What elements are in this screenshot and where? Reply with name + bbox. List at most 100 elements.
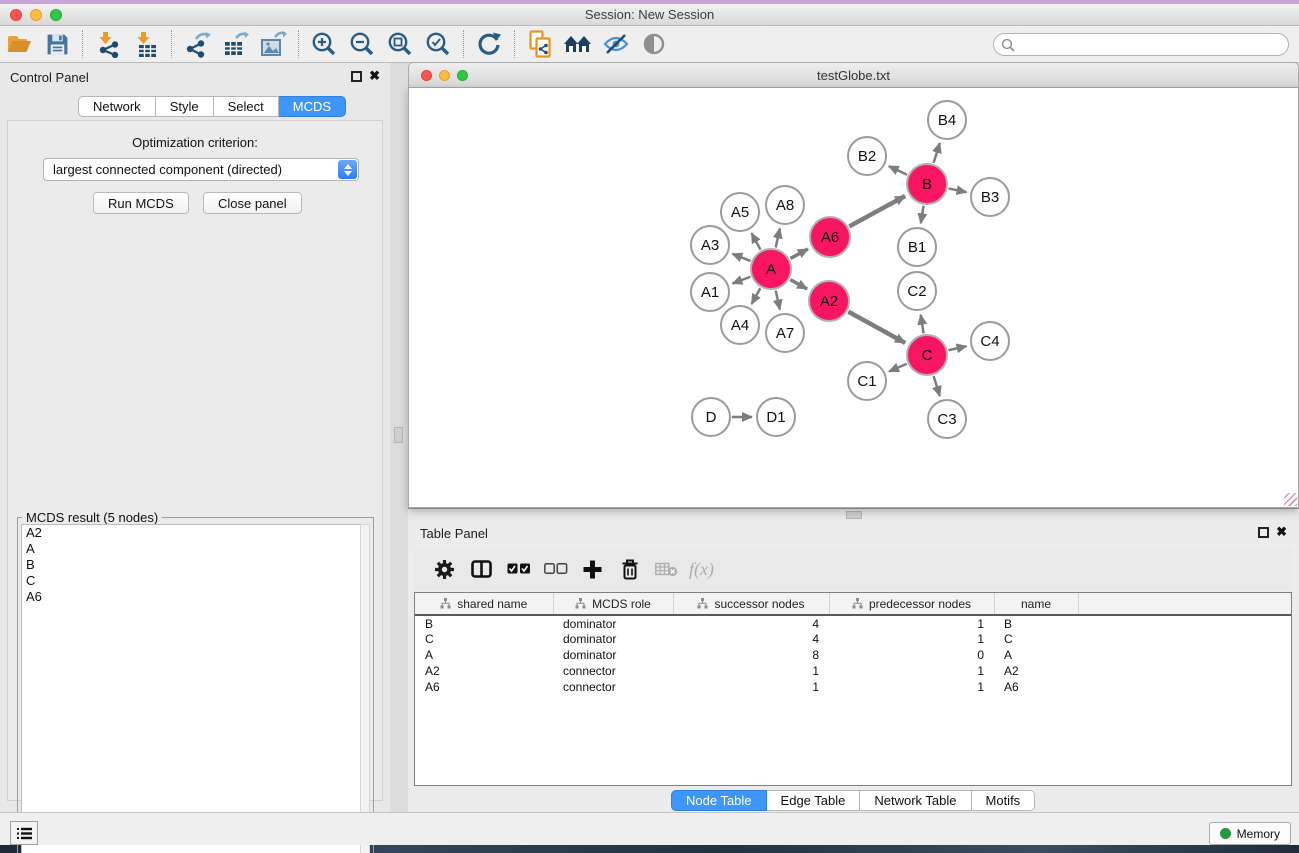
mcds-list-scrollbar[interactable] [360, 524, 370, 853]
panel-list-button[interactable] [10, 821, 38, 845]
table-row[interactable]: Cdominator41C [415, 631, 1291, 647]
table-cell[interactable]: 1 [829, 615, 994, 631]
search-box[interactable] [993, 33, 1289, 56]
table-cell[interactable]: A6 [415, 679, 553, 695]
zoom-in-button[interactable] [305, 28, 343, 60]
table-cell[interactable]: 4 [673, 615, 829, 631]
table-cell[interactable]: connector [553, 663, 673, 679]
edge-C-C3[interactable] [934, 376, 940, 396]
table-cell[interactable]: dominator [553, 647, 673, 663]
mcds-result-item[interactable]: C [22, 573, 361, 589]
table-row[interactable]: A6connector11A6 [415, 679, 1291, 695]
import-network-button[interactable] [89, 28, 127, 60]
criterion-dropdown[interactable]: largest connected component (directed) [43, 158, 359, 181]
zoom-fit-button[interactable] [381, 28, 419, 60]
split-view-button[interactable] [463, 553, 500, 585]
table-cell[interactable]: 8 [673, 647, 829, 663]
resize-grip-icon[interactable] [1284, 493, 1297, 506]
export-network-button[interactable] [178, 28, 216, 60]
graph-node-C1[interactable]: C1 [848, 362, 886, 400]
show-graphics-details-button[interactable] [635, 28, 673, 60]
edge-C-C2[interactable] [921, 315, 924, 334]
network-canvas[interactable]: ABCA6A2A1A3A4A5A7A8B1B2B3B4C1C2C3C4DD1 [408, 88, 1299, 508]
close-network-button[interactable] [421, 70, 432, 81]
graph-node-D1[interactable]: D1 [757, 398, 795, 436]
edge-A-A1[interactable] [732, 277, 750, 284]
graph-node-A3[interactable]: A3 [691, 226, 729, 264]
splitter-grip[interactable] [394, 427, 403, 443]
function-builder-button[interactable]: f(x) [689, 559, 714, 580]
select-all-button[interactable] [500, 553, 537, 585]
open-file-button[interactable] [0, 28, 38, 60]
table-row[interactable]: Adominator80A [415, 647, 1291, 663]
graph-node-A5[interactable]: A5 [721, 193, 759, 231]
graph-node-C3[interactable]: C3 [928, 400, 966, 438]
table-cell[interactable]: A [994, 647, 1078, 663]
edge-A6-B[interactable] [849, 196, 905, 226]
edge-A-A7[interactable] [776, 290, 780, 309]
column-header-shared-name[interactable]: shared name [415, 593, 553, 615]
edge-B-B1[interactable] [921, 206, 924, 224]
edge-A-A4[interactable] [752, 288, 761, 304]
edge-A-A8[interactable] [776, 228, 780, 247]
mcds-result-item[interactable]: B [22, 557, 361, 573]
edge-A-A3[interactable] [732, 254, 750, 261]
column-header-successor-nodes[interactable]: successor nodes [673, 593, 829, 615]
table-cell[interactable]: A2 [415, 663, 553, 679]
table-cell[interactable]: B [415, 615, 553, 631]
memory-button[interactable]: Memory [1209, 822, 1291, 845]
float-panel-icon[interactable] [351, 71, 362, 82]
graph-node-A7[interactable]: A7 [766, 314, 804, 352]
graph-node-D[interactable]: D [692, 398, 730, 436]
delete-table-button[interactable] [648, 553, 685, 585]
table-cell[interactable]: 0 [829, 647, 994, 663]
splitter-grip[interactable] [846, 511, 862, 519]
edge-C-C1[interactable] [889, 364, 907, 372]
graph-node-B4[interactable]: B4 [928, 101, 966, 139]
graph-node-B2[interactable]: B2 [848, 137, 886, 175]
search-input[interactable] [1015, 38, 1288, 52]
graph-node-C4[interactable]: C4 [971, 322, 1009, 360]
graph-node-C2[interactable]: C2 [898, 272, 936, 310]
graph-node-A4[interactable]: A4 [721, 306, 759, 344]
edge-B-B3[interactable] [949, 188, 967, 192]
network-window-titlebar[interactable]: testGlobe.txt [408, 62, 1299, 88]
tab-style[interactable]: Style [156, 96, 214, 117]
edge-A-A5[interactable] [751, 233, 760, 250]
table-cell[interactable]: 1 [829, 631, 994, 647]
mcds-result-list[interactable]: A2ABCA6 [21, 524, 362, 853]
tab-select[interactable]: Select [214, 96, 279, 117]
column-header-name[interactable]: name [994, 593, 1078, 615]
float-panel-icon[interactable] [1258, 527, 1269, 538]
tab-motifs[interactable]: Motifs [972, 790, 1036, 811]
graph-node-A6[interactable]: A6 [810, 217, 850, 257]
tab-network-table[interactable]: Network Table [860, 790, 971, 811]
close-panel-icon[interactable]: ✖ [369, 68, 380, 84]
mcds-result-item[interactable]: A [22, 541, 361, 557]
zoom-window-button[interactable] [50, 9, 62, 21]
column-header-MCDS-role[interactable]: MCDS role [553, 593, 673, 615]
network-from-clipboard-button[interactable] [521, 28, 559, 60]
tab-network[interactable]: Network [78, 96, 156, 117]
run-mcds-button[interactable]: Run MCDS [93, 192, 189, 214]
table-cell[interactable]: C [994, 631, 1078, 647]
deselect-all-button[interactable] [537, 553, 574, 585]
import-table-button[interactable] [127, 28, 165, 60]
zoom-network-button[interactable] [457, 70, 468, 81]
edge-A-A6[interactable] [790, 249, 808, 259]
graph-node-B3[interactable]: B3 [971, 178, 1009, 216]
edge-C-C4[interactable] [948, 346, 966, 350]
edge-A2-C[interactable] [848, 312, 905, 343]
zoom-out-button[interactable] [343, 28, 381, 60]
table-settings-button[interactable] [426, 553, 463, 585]
table-row[interactable]: Bdominator41B [415, 615, 1291, 631]
close-panel-icon[interactable]: ✖ [1276, 524, 1287, 540]
graph-node-B[interactable]: B [907, 164, 947, 204]
table-cell[interactable]: dominator [553, 631, 673, 647]
column-header-predecessor-nodes[interactable]: predecessor nodes [829, 593, 994, 615]
export-table-button[interactable] [216, 28, 254, 60]
table-cell[interactable]: 1 [829, 663, 994, 679]
vertical-splitter[interactable] [390, 63, 408, 812]
delete-columns-button[interactable] [611, 553, 648, 585]
graph-node-C[interactable]: C [907, 335, 947, 375]
